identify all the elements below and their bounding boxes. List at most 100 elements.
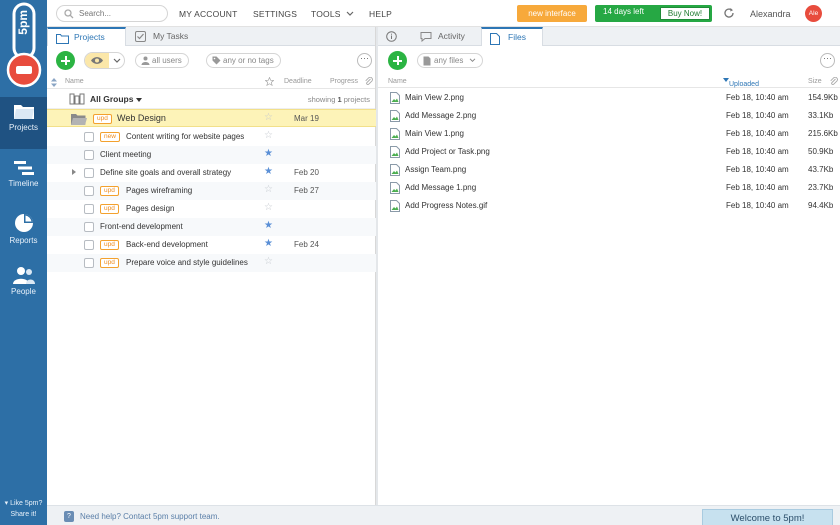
projects-count: showing 1 projects [308, 95, 370, 104]
project-name[interactable]: Web Design [117, 113, 166, 123]
all-groups-dropdown[interactable]: All Groups [90, 94, 142, 104]
search-input[interactable] [79, 9, 165, 18]
files-filter[interactable]: any files [417, 53, 483, 68]
star-icon[interactable]: ☆ [264, 131, 273, 141]
task-name[interactable]: Pages design [126, 204, 174, 213]
column-progress[interactable]: Progress [330, 78, 358, 85]
refresh-icon[interactable] [723, 7, 735, 19]
task-name[interactable]: Pages wireframing [126, 186, 192, 195]
files-more-options-button[interactable]: ··· [820, 53, 835, 68]
update-badge: upd [100, 204, 119, 214]
file-row[interactable]: Add Project or Task.png Feb 18, 10:40 am 5… [378, 143, 840, 161]
sort-icon[interactable] [51, 78, 57, 87]
file-name[interactable]: Main View 2.png [405, 93, 464, 102]
star-icon[interactable]: ★ [264, 149, 273, 159]
new-interface-button[interactable]: new interface [517, 5, 587, 22]
task-name[interactable]: Define site goals and overall strategy [100, 168, 231, 177]
file-row[interactable]: Add Message 2.png Feb 18, 10:40 am 33.1Kb [378, 107, 840, 125]
file-name[interactable]: Add Project or Task.png [405, 147, 490, 156]
star-icon[interactable]: ★ [264, 167, 273, 177]
column-deadline[interactable]: Deadline [284, 78, 312, 85]
file-row[interactable]: Assign Team.png Feb 18, 10:40 am 43.7Kb [378, 161, 840, 179]
tags-filter[interactable]: any or no tags [206, 53, 281, 68]
star-icon[interactable]: ★ [264, 239, 273, 249]
column-uploaded[interactable]: Uploaded [723, 78, 759, 88]
sidebar-item-reports[interactable]: Reports [0, 208, 47, 260]
tab-my-tasks[interactable]: My Tasks [127, 27, 217, 46]
project-row-web-design[interactable]: upd Web Design ☆ Mar 19 [47, 109, 376, 127]
table-row[interactable]: upd Pages design ☆ [47, 200, 376, 218]
all-groups-label: All Groups [90, 94, 134, 104]
tab-activity[interactable]: Activity [412, 27, 480, 46]
tab-files[interactable]: Files [481, 27, 543, 46]
add-project-button[interactable] [56, 51, 75, 70]
star-icon[interactable]: ☆ [264, 113, 273, 123]
menu-help[interactable]: HELP [369, 9, 392, 19]
file-name[interactable]: Add Message 1.png [405, 183, 476, 192]
star-icon[interactable]: ★ [264, 221, 273, 231]
table-row[interactable]: upd Pages wireframing ☆ Feb 27 [47, 182, 376, 200]
welcome-tab[interactable]: Welcome to 5pm! [702, 509, 833, 525]
task-name[interactable]: Content writing for website pages [126, 132, 244, 141]
help-link[interactable]: Need help? Contact 5pm support team. [80, 512, 220, 521]
menu-tools[interactable]: TOOLS [311, 9, 354, 19]
column-size[interactable]: Size [808, 78, 822, 85]
table-row[interactable]: upd Back-end development ★ Feb 24 [47, 236, 376, 254]
tab-my-tasks-label: My Tasks [153, 31, 189, 41]
task-checkbox[interactable] [84, 168, 94, 178]
table-row[interactable]: new Content writing for website pages ☆ [47, 128, 376, 146]
table-row[interactable]: upd Prepare voice and style guidelines ☆ [47, 254, 376, 272]
table-row[interactable]: Client meeting ★ [47, 146, 376, 164]
task-checkbox[interactable] [84, 240, 94, 250]
sidebar-item-projects[interactable]: Projects [0, 97, 47, 149]
task-checkbox[interactable] [84, 150, 94, 160]
menu-settings[interactable]: SETTINGS [253, 9, 297, 19]
column-name[interactable]: Name [388, 78, 407, 85]
task-checkbox[interactable] [84, 258, 94, 268]
task-name[interactable]: Client meeting [100, 150, 151, 159]
tab-projects[interactable]: Projects [47, 27, 126, 46]
projects-toolbar: all users any or no tags ··· [47, 48, 375, 73]
add-file-button[interactable] [388, 51, 407, 70]
column-name[interactable]: Name [65, 78, 84, 85]
share-link[interactable]: ▾ Like 5pm? Share it! [0, 498, 47, 520]
files-column-header: Name Uploaded Size [378, 75, 840, 88]
task-name[interactable]: Prepare voice and style guidelines [126, 258, 248, 267]
task-name[interactable]: Front-end development [100, 222, 183, 231]
task-checkbox[interactable] [84, 204, 94, 214]
file-name[interactable]: Add Message 2.png [405, 111, 476, 120]
task-checkbox[interactable] [84, 186, 94, 196]
file-name[interactable]: Assign Team.png [405, 165, 466, 174]
star-icon[interactable]: ☆ [264, 257, 273, 267]
sidebar-item-timeline[interactable]: Timeline [0, 155, 47, 207]
table-row[interactable]: Define site goals and overall strategy ★ F… [47, 164, 376, 182]
file-uploaded: Feb 18, 10:40 am [726, 165, 789, 174]
star-header-icon[interactable] [265, 77, 274, 86]
file-row[interactable]: Add Message 1.png Feb 18, 10:40 am 23.7Kb [378, 179, 840, 197]
file-row[interactable]: Add Progress Notes.gif Feb 18, 10:40 am 94… [378, 197, 840, 215]
people-icon [12, 267, 35, 284]
view-toggle-button[interactable] [84, 52, 125, 69]
tab-info[interactable] [378, 27, 412, 46]
sidebar-item-people[interactable]: People [0, 261, 47, 313]
app-logo[interactable]: 5pm [3, 2, 45, 92]
file-name[interactable]: Add Progress Notes.gif [405, 201, 487, 210]
search-box[interactable] [56, 5, 168, 22]
avatar[interactable]: Ale [805, 5, 822, 22]
users-filter[interactable]: all users [135, 53, 189, 68]
star-icon[interactable]: ☆ [264, 203, 273, 213]
task-checkbox[interactable] [84, 132, 94, 142]
menu-my-account[interactable]: MY ACCOUNT [179, 9, 238, 19]
table-row[interactable]: Front-end development ★ [47, 218, 376, 236]
file-name[interactable]: Main View 1.png [405, 129, 464, 138]
expand-icon[interactable] [72, 169, 76, 175]
task-checkbox[interactable] [84, 222, 94, 232]
star-icon[interactable]: ☆ [264, 185, 273, 195]
file-row[interactable]: Main View 1.png Feb 18, 10:40 am 215.6Kb [378, 125, 840, 143]
task-name[interactable]: Back-end development [126, 240, 208, 249]
user-name[interactable]: Alexandra [750, 9, 791, 19]
buy-now-button[interactable]: Buy Now! [660, 7, 710, 20]
file-row[interactable]: Main View 2.png Feb 18, 10:40 am 154.9Kb [378, 89, 840, 107]
help-icon[interactable]: ? [64, 511, 74, 522]
more-options-button[interactable]: ··· [357, 53, 372, 68]
